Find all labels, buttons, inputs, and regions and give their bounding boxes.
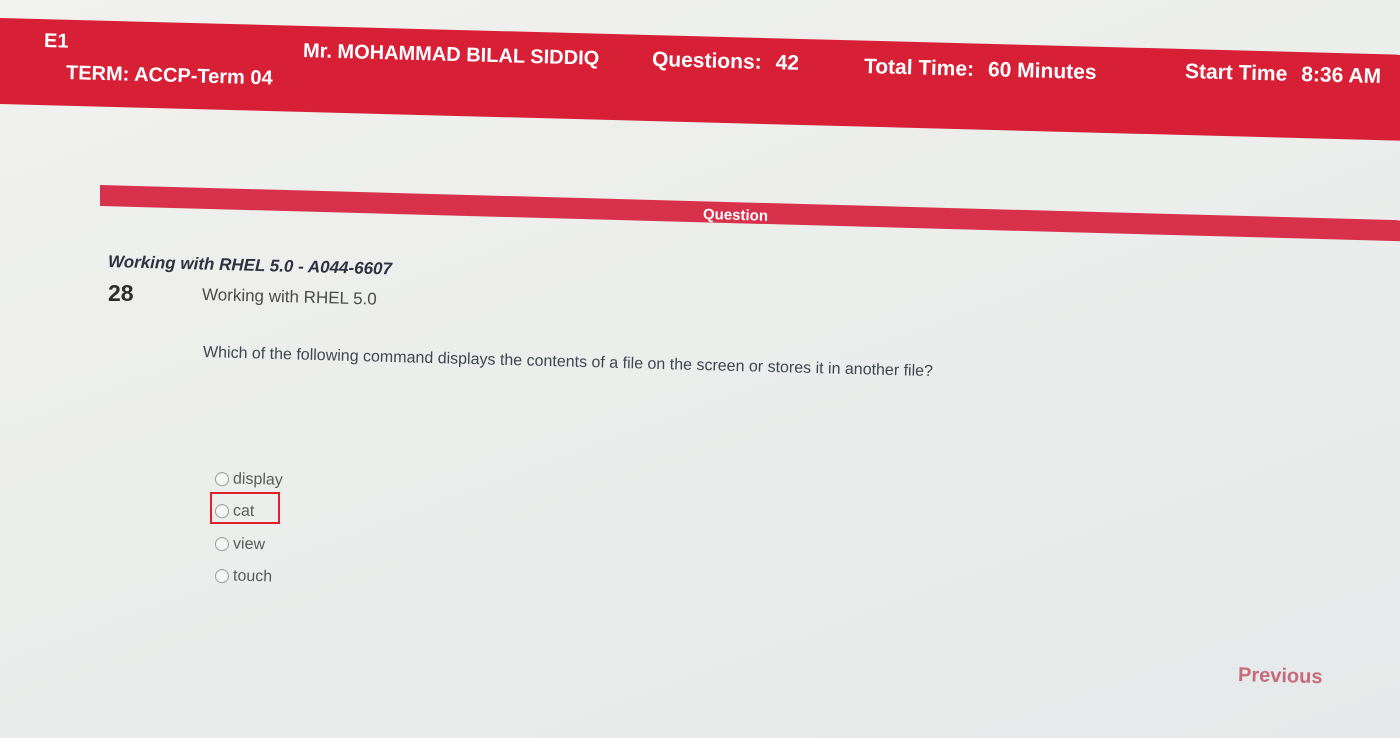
radio-view[interactable] <box>214 537 230 552</box>
subject-title: Working with RHEL 5.0 - A044-6607 <box>107 252 393 279</box>
total-time-label: Total Time: <box>863 55 975 81</box>
radio-display[interactable] <box>214 472 230 487</box>
questions-label: Questions: <box>651 48 762 74</box>
option-display[interactable]: display <box>214 470 284 490</box>
start-time-label: Start Time <box>1184 60 1288 86</box>
questions-value: 42 <box>775 51 800 75</box>
previous-button[interactable]: Previous <box>1238 664 1323 689</box>
question-topic: Working with RHEL 5.0 <box>201 285 377 309</box>
exam-code: E1 <box>43 30 69 53</box>
question-number: 28 <box>108 280 134 306</box>
question-text: Which of the following command displays … <box>202 344 934 381</box>
option-view[interactable]: view <box>214 535 266 554</box>
option-label-display: display <box>232 470 284 489</box>
total-time-value: 60 Minutes <box>987 58 1097 85</box>
start-time-value: 8:36 AM <box>1301 63 1382 89</box>
option-label-view: view <box>232 535 266 554</box>
questions-count: Questions: 42 <box>652 48 800 76</box>
radio-touch[interactable] <box>214 569 230 584</box>
answer-highlight-box <box>210 492 280 524</box>
question-section-label: Question <box>702 206 769 225</box>
option-label-touch: touch <box>232 567 273 586</box>
start-time: Start Time 8:36 AM <box>1185 60 1382 89</box>
option-touch[interactable]: touch <box>214 567 273 586</box>
